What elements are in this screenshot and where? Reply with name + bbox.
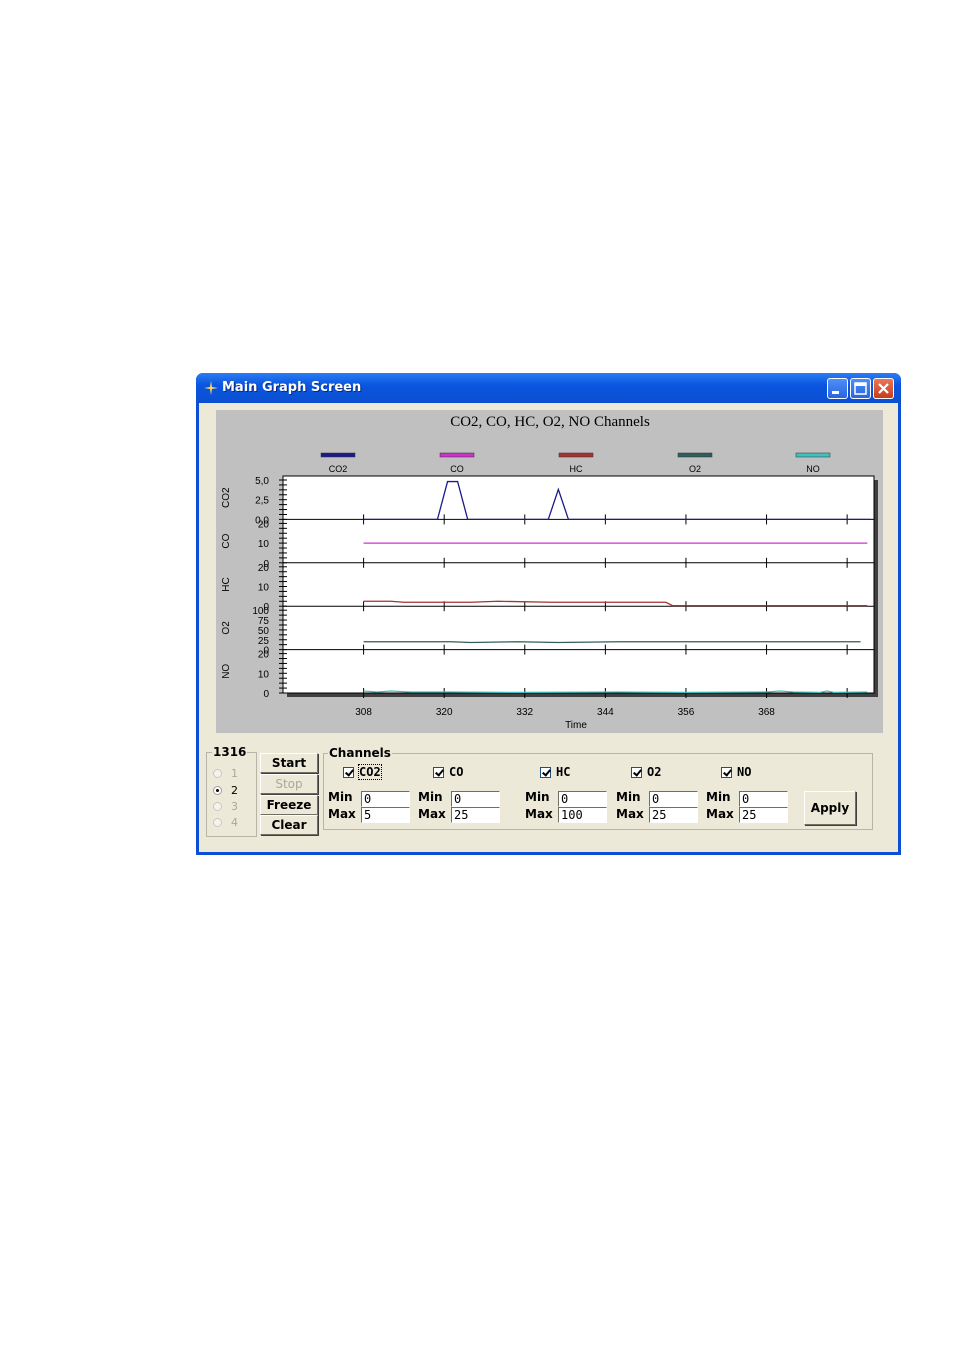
y-axis-label-co: CO <box>221 533 232 548</box>
channel-checkbox-hc[interactable] <box>540 767 551 778</box>
max-label: Max <box>418 807 446 821</box>
channel-label-o2: O2 <box>647 765 662 779</box>
max-input-co2[interactable]: 5 <box>361 807 410 823</box>
device-radio-1[interactable]: 1 <box>213 767 253 781</box>
min-label: Min <box>418 790 443 804</box>
stop-button[interactable]: Stop <box>260 774 318 794</box>
x-tick-label: 332 <box>516 707 533 718</box>
window-title: Main Graph Screen <box>222 380 362 395</box>
y-axis-label-o2: O2 <box>221 621 232 635</box>
min-label: Min <box>706 790 731 804</box>
min-input-no[interactable]: 0 <box>739 791 788 807</box>
legend-label-co2: CO2 <box>329 464 348 474</box>
plot-area <box>282 475 875 694</box>
radio-label: 3 <box>231 800 238 813</box>
x-tick-label: 308 <box>355 707 372 718</box>
device-radio-3[interactable]: 3 <box>213 800 253 814</box>
radio-dot-icon <box>213 786 222 795</box>
title-bar[interactable]: Main Graph Screen <box>196 373 901 403</box>
min-label: Min <box>525 790 550 804</box>
y-tick-label: 20 <box>258 563 270 574</box>
x-tick-label: 368 <box>758 707 775 718</box>
device-radio-4[interactable]: 4 <box>213 816 253 830</box>
y-tick-label: 0 <box>263 689 269 700</box>
channel-checkbox-no[interactable] <box>721 767 732 778</box>
max-input-hc[interactable]: 100 <box>558 807 607 823</box>
x-tick-label: 356 <box>678 707 695 718</box>
radio-dot-icon <box>213 769 222 778</box>
legend-swatch-co2 <box>320 452 356 458</box>
freeze-button[interactable]: Freeze <box>260 795 318 815</box>
apply-button[interactable]: Apply <box>804 791 856 825</box>
min-label: Min <box>616 790 641 804</box>
min-input-hc[interactable]: 0 <box>558 791 607 807</box>
channel-checkbox-co[interactable] <box>433 767 444 778</box>
graph-panel: CO2, CO, HC, O2, NO Channels CO2 CO HC O2 NO 5… <box>216 410 883 733</box>
device-radio-2[interactable]: 2 <box>213 784 253 798</box>
radio-dot-icon <box>213 818 222 827</box>
y-tick-label: 10 <box>258 583 270 594</box>
radio-dot-icon <box>213 802 222 811</box>
device-group-label: 1316 <box>212 745 248 759</box>
y-tick-label: 10 <box>258 539 270 550</box>
radio-label: 2 <box>231 784 238 797</box>
main-graph-window: Main Graph Screen CO2, CO, HC, O2, NO Ch… <box>196 373 901 855</box>
y-tick-label: 2,5 <box>255 496 269 507</box>
channel-label-hc: HC <box>556 765 571 779</box>
channels-group-label: Channels <box>328 746 392 760</box>
max-label: Max <box>328 807 356 821</box>
radio-label: 4 <box>231 816 238 829</box>
max-label: Max <box>525 807 553 821</box>
chart-title: CO2, CO, HC, O2, NO Channels <box>450 414 650 430</box>
channel-label-co: CO <box>449 765 464 779</box>
legend-swatch-co <box>439 452 475 458</box>
max-input-no[interactable]: 25 <box>739 807 788 823</box>
channel-label-co2: CO2 <box>358 764 382 780</box>
clear-button[interactable]: Clear <box>260 815 318 835</box>
channel-checkbox-o2[interactable] <box>631 767 642 778</box>
legend-swatch-no <box>795 452 831 458</box>
maximize-icon[interactable] <box>850 378 871 399</box>
minimize-icon[interactable] <box>827 378 848 399</box>
y-tick-label: 10 <box>258 669 270 680</box>
legend-label-hc: HC <box>570 464 583 474</box>
y-tick-label: 20 <box>258 650 270 661</box>
max-input-o2[interactable]: 25 <box>649 807 698 823</box>
min-label: Min <box>328 790 353 804</box>
min-input-co[interactable]: 0 <box>451 791 500 807</box>
channel-label-no: NO <box>737 765 752 779</box>
x-tick-label: 320 <box>436 707 453 718</box>
min-input-co2[interactable]: 0 <box>361 791 410 807</box>
max-label: Max <box>616 807 644 821</box>
y-tick-label: 5,0 <box>255 476 269 487</box>
x-axis-label: Time <box>565 720 587 731</box>
close-icon[interactable] <box>873 378 894 399</box>
radio-label: 1 <box>231 767 238 780</box>
start-button[interactable]: Start <box>260 753 318 773</box>
legend-swatch-o2 <box>677 452 713 458</box>
window-client-area: CO2, CO, HC, O2, NO Channels CO2 CO HC O2 NO 5… <box>199 403 898 852</box>
y-tick-label: 20 <box>258 519 270 530</box>
legend-label-o2: O2 <box>689 464 701 474</box>
legend-swatch-hc <box>558 452 594 458</box>
legend-label-co: CO <box>450 464 464 474</box>
x-tick-label: 344 <box>597 707 614 718</box>
y-axis-label-hc: HC <box>221 577 232 591</box>
min-input-o2[interactable]: 0 <box>649 791 698 807</box>
y-axis-label-co2: CO2 <box>221 487 232 508</box>
max-input-co[interactable]: 25 <box>451 807 500 823</box>
legend-label-no: NO <box>806 464 820 474</box>
channel-checkbox-co2[interactable] <box>343 767 354 778</box>
app-icon <box>204 381 218 395</box>
max-label: Max <box>706 807 734 821</box>
y-axis-label-no: NO <box>221 664 232 679</box>
channels-chart: CO2, CO, HC, O2, NO Channels CO2 CO HC O2 NO 5… <box>221 414 878 731</box>
